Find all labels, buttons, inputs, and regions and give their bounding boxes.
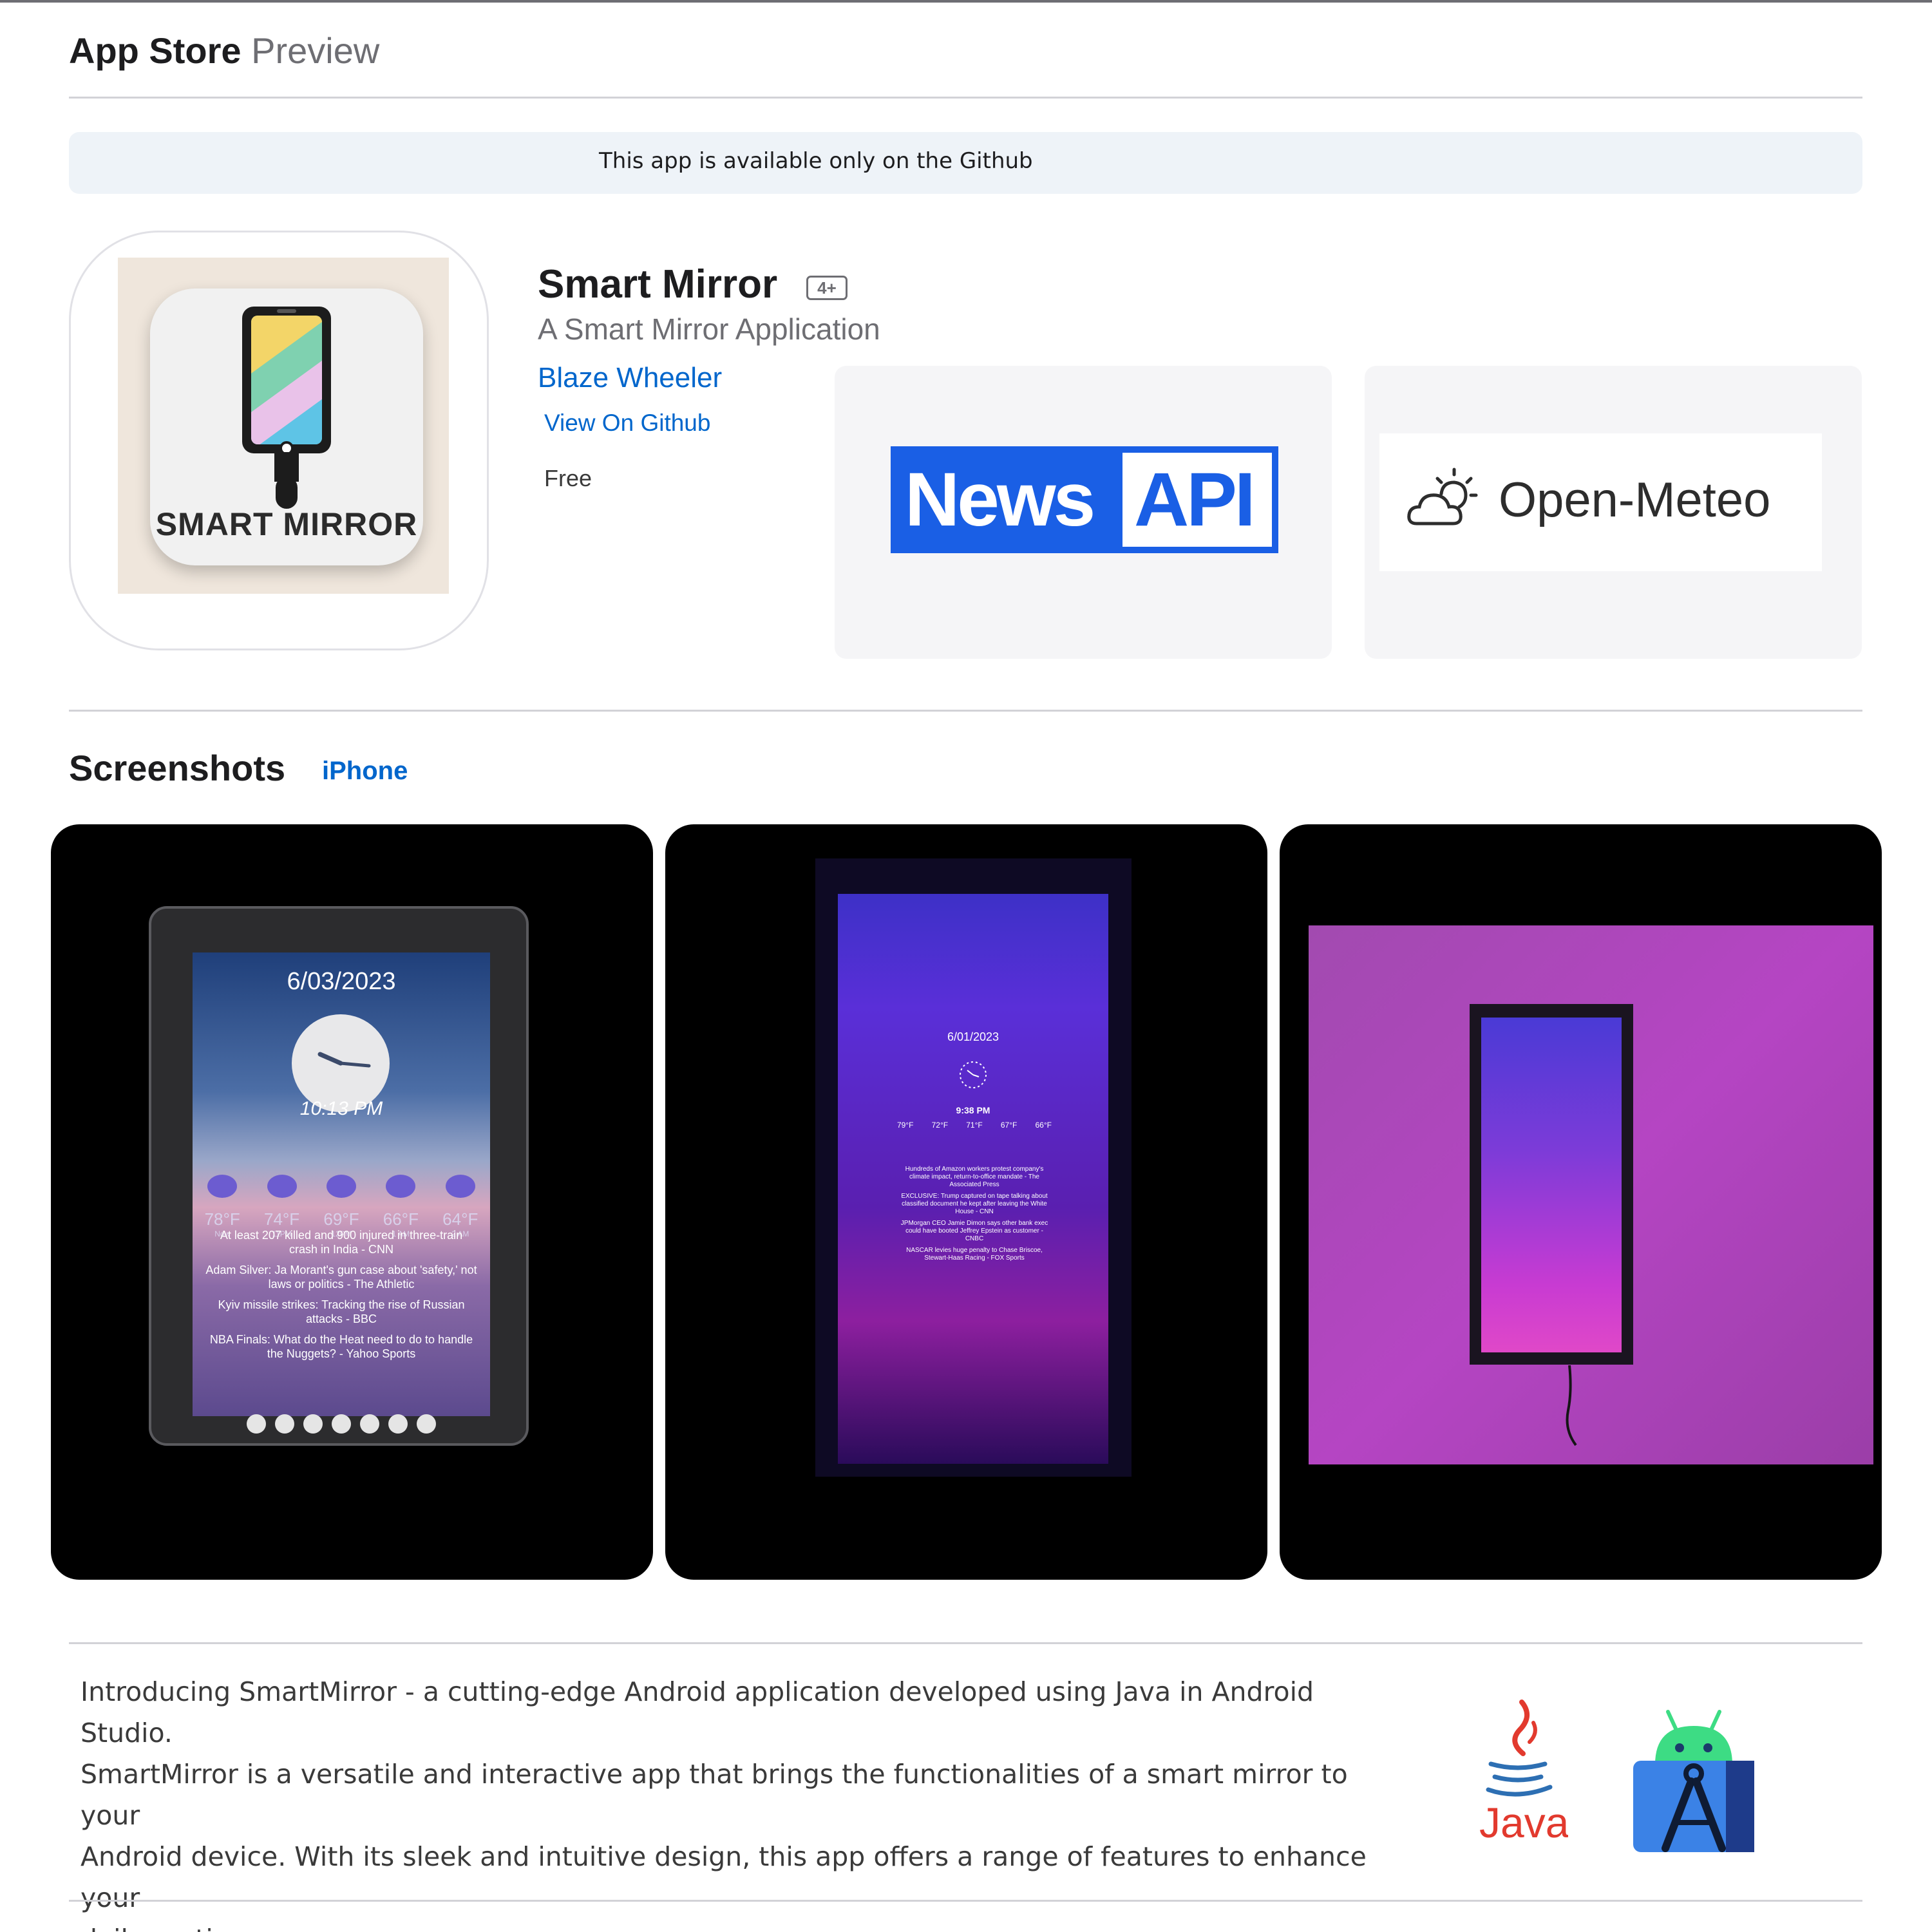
open-meteo-logo: Open-Meteo [1379,433,1822,571]
app-store-brand[interactable]: App Store Preview [69,30,379,72]
description-divider-top [69,1642,1862,1644]
open-meteo-name: Open-Meteo [1499,473,1771,527]
weather-icon [267,1175,297,1198]
weather-icon [326,1175,356,1198]
screenshots-heading: Screenshots [69,748,286,788]
section-divider [69,710,1862,712]
java-logo-text: Java [1479,1799,1568,1845]
weather-icon [386,1175,416,1198]
news-api-logo: News API [891,446,1278,553]
tablet-screen: 6/03/2023 10:13 PM 78°F Now 74°F 11PM 69°F… [193,952,490,1416]
weather-icon [207,1175,238,1198]
weather-forecast: 79°F 72°F 71°F 67°F 66°F [897,1121,1052,1130]
weather-icon [445,1175,475,1198]
price-label: Free [544,465,592,491]
screenshot-1[interactable]: 6/03/2023 10:13 PM 78°F Now 74°F 11PM 69°F… [51,824,653,1580]
description-line: SmartMirror is a versatile and interacti… [80,1759,1348,1831]
app-title: Smart Mirror [538,262,778,307]
java-logo-icon: Java [1479,1700,1568,1845]
weather-temp: 72°F [931,1121,949,1130]
mirror-date: 6/01/2023 [947,1030,999,1043]
description-line: Android device. With its sleek and intui… [80,1841,1367,1913]
news-api-logo-right: API [1134,457,1256,542]
developer-link[interactable]: Blaze Wheeler [538,362,722,394]
availability-text: This app is available only on the Github [599,148,1033,174]
screenshot-3[interactable] [1280,824,1882,1580]
description-line: Introducing SmartMirror - a cutting-edge… [80,1676,1314,1748]
brand-preview: Preview [251,30,380,71]
news-headlines: At least 207 killed and 900 injured in t… [205,1228,477,1367]
headline: Kyiv missile strikes: Tracking the rise … [218,1298,465,1325]
news-api-logo-left: News [905,457,1095,542]
news-headlines: Hundreds of Amazon workers protest compa… [897,1166,1052,1266]
cloud-sun-icon [1407,468,1478,526]
weather-temp: 67°F [1000,1121,1018,1130]
weather-temp: 79°F [897,1121,914,1130]
weather-temp: 66°F [1035,1121,1052,1130]
screenshot-2[interactable]: 6/01/2023 9:38 PM 79°F 72°F 71°F 67°F 66… [665,824,1267,1580]
availability-banner: This app is available only on the Github [69,132,1862,194]
headline: Adam Silver: Ja Morant's gun case about … [205,1264,477,1291]
app-icon-label: SMART MIRROR [155,506,418,542]
headline: EXCLUSIVE: Trump captured on tape talkin… [901,1193,1048,1215]
phone-mirror-icon [242,307,331,509]
headline: NBA Finals: What do the Heat need to do … [209,1333,473,1360]
headline: JPMorgan CEO Jamie Dimon says other bank… [900,1220,1048,1242]
app-description: Introducing SmartMirror - a cutting-edge… [80,1671,1394,1932]
description-line: daily routine. [80,1918,1394,1932]
android-studio-icon [1633,1710,1754,1852]
brand-app-store: App Store [69,30,242,71]
clock-icon [960,1061,987,1088]
tablet-device: 6/03/2023 10:13 PM 78°F Now 74°F 11PM 69°F… [149,906,529,1446]
age-rating-badge: 4+ [806,276,848,300]
mirror-time: 9:38 PM [956,1105,990,1115]
headline: Hundreds of Amazon workers protest compa… [905,1166,1044,1188]
view-on-github-link[interactable]: View On Github [544,410,710,437]
mirror-date: 6/03/2023 [287,968,396,995]
header-divider [69,97,1862,99]
app-dock [193,1411,490,1437]
description-divider-bottom [69,1900,1862,1902]
weather-temp: 71°F [966,1121,983,1130]
headline: At least 207 killed and 900 injured in t… [220,1229,463,1256]
tab-iphone[interactable]: iPhone [322,757,408,786]
mirror-time: 10:13 PM [299,1098,383,1119]
app-subtitle: A Smart Mirror Application [538,312,880,346]
headline: NASCAR levies huge penalty to Chase Bris… [906,1247,1043,1262]
mirror-glass [1481,1018,1622,1352]
top-border [0,0,1932,3]
power-cable [1566,1365,1577,1446]
